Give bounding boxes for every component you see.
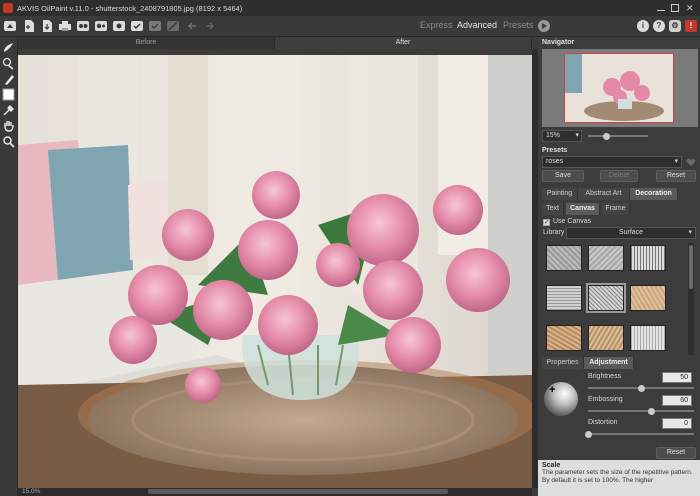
- main-toolbar: Express Advanced Presets i ? ⚙ !: [0, 16, 700, 37]
- save-icon[interactable]: [40, 19, 54, 33]
- zoom-readout: 15.0%: [22, 488, 41, 495]
- texture-swatch-selected[interactable]: [586, 283, 626, 313]
- delete-preset-button[interactable]: Delete: [600, 170, 638, 182]
- history-brush-icon[interactable]: [2, 57, 15, 70]
- preset-select[interactable]: roses: [542, 156, 682, 168]
- zoom-select[interactable]: 15%: [542, 130, 582, 142]
- texture-swatch[interactable]: [630, 245, 666, 271]
- presets-title: Presets: [542, 147, 568, 154]
- title-bar: AKVIS OilPaint v.11.0 - shutterstock_240…: [0, 0, 700, 16]
- home-icon[interactable]: [3, 19, 17, 33]
- share-icon[interactable]: [94, 19, 108, 33]
- brightness-label: Brightness: [588, 373, 622, 380]
- before-after-tabs: Before After: [18, 37, 532, 49]
- preset-icon[interactable]: [130, 19, 144, 33]
- smudge-tool-icon[interactable]: [2, 73, 15, 86]
- zoom-slider[interactable]: [588, 135, 648, 137]
- navigator-title: Navigator: [542, 39, 575, 46]
- image-canvas[interactable]: [18, 55, 532, 488]
- tab-frame[interactable]: Frame: [602, 203, 630, 215]
- horizontal-scrollbar[interactable]: [18, 488, 532, 496]
- embossing-slider-knob[interactable]: [648, 407, 656, 415]
- embossing-value[interactable]: 60: [662, 395, 692, 406]
- window-title: AKVIS OilPaint v.11.0 - shutterstock_240…: [17, 3, 243, 13]
- texture-swatch[interactable]: [630, 325, 666, 351]
- light-direction-control[interactable]: [544, 382, 578, 416]
- batch-icon[interactable]: [76, 19, 90, 33]
- open-icon[interactable]: [22, 19, 36, 33]
- library-select[interactable]: Surface: [566, 227, 696, 239]
- embossing-label: Embossing: [588, 396, 623, 403]
- settings-icon[interactable]: [112, 19, 126, 33]
- distortion-slider[interactable]: [588, 433, 694, 435]
- tab-decoration[interactable]: Decoration: [630, 188, 678, 200]
- library-label: Library: [543, 229, 565, 236]
- tab-abstract-art[interactable]: Abstract Art: [578, 188, 630, 200]
- help-icon[interactable]: ?: [653, 20, 665, 32]
- library-scrollbar[interactable]: [688, 243, 694, 355]
- help-text: The parameter sets the size of the repet…: [542, 469, 693, 484]
- gear-icon[interactable]: ⚙: [669, 20, 681, 32]
- brightness-slider-knob[interactable]: [637, 384, 645, 392]
- zoom-slider-knob[interactable]: [602, 132, 610, 140]
- tab-painting[interactable]: Painting: [542, 188, 578, 200]
- painted-image: [18, 55, 532, 488]
- redo-icon[interactable]: [202, 19, 216, 33]
- brightness-value[interactable]: 50: [662, 372, 692, 383]
- tab-presets[interactable]: Presets: [503, 20, 534, 30]
- help-title: Scale: [542, 462, 561, 469]
- zoom-tool-icon[interactable]: [2, 135, 15, 148]
- tools-panel: [0, 37, 18, 496]
- tab-text[interactable]: Text: [542, 203, 564, 215]
- tab-express[interactable]: Express: [420, 20, 453, 30]
- help-panel: Scale The parameter sets the size of the…: [538, 460, 700, 496]
- run-processing-button[interactable]: [538, 20, 550, 32]
- tab-before[interactable]: Before: [18, 37, 275, 49]
- use-canvas-checkbox[interactable]: [543, 218, 550, 226]
- navigator-preview[interactable]: [542, 49, 698, 127]
- app-logo-icon: [3, 3, 13, 13]
- print-icon[interactable]: [58, 19, 72, 33]
- minimize-button[interactable]: [656, 3, 666, 13]
- maximize-button[interactable]: [670, 3, 680, 13]
- texture-swatch[interactable]: [588, 245, 624, 271]
- tab-adjustment[interactable]: Adjustment: [584, 357, 634, 369]
- texture-swatch[interactable]: [546, 285, 582, 311]
- scrollbar-thumb[interactable]: [148, 489, 448, 494]
- settings-panel: Navigator 15% Presets roses Save Delete …: [538, 37, 700, 496]
- apply-icon[interactable]: [148, 19, 162, 33]
- compare-icon[interactable]: [166, 19, 180, 33]
- favorite-heart-icon[interactable]: [686, 157, 696, 167]
- texture-swatch[interactable]: [546, 245, 582, 271]
- library-scrollbar-thumb[interactable]: [689, 245, 693, 289]
- texture-swatch[interactable]: [630, 285, 666, 311]
- info-icon[interactable]: i: [637, 20, 649, 32]
- notifications-icon[interactable]: !: [685, 20, 697, 32]
- distortion-slider-knob[interactable]: [584, 430, 592, 438]
- brush-tool-icon[interactable]: [2, 41, 15, 54]
- reset-adjustment-button[interactable]: Reset: [656, 447, 696, 459]
- close-button[interactable]: [685, 3, 695, 13]
- eyedropper-icon[interactable]: [2, 104, 15, 117]
- undo-icon[interactable]: [186, 19, 200, 33]
- texture-swatch[interactable]: [546, 325, 582, 351]
- reset-preset-button[interactable]: Reset: [656, 170, 696, 182]
- embossing-slider[interactable]: [588, 410, 694, 412]
- use-canvas-label: Use Canvas: [553, 218, 592, 225]
- navigator-view-frame[interactable]: [564, 53, 674, 123]
- distortion-value[interactable]: 0: [662, 418, 692, 429]
- tab-advanced[interactable]: Advanced: [457, 20, 497, 30]
- tab-canvas[interactable]: Canvas: [566, 203, 600, 215]
- tab-after[interactable]: After: [275, 37, 532, 49]
- color-swatch-icon[interactable]: [2, 88, 15, 101]
- hand-tool-icon[interactable]: [2, 119, 15, 132]
- texture-library: [544, 243, 694, 355]
- distortion-label: Distortion: [588, 419, 618, 426]
- tab-properties[interactable]: Properties: [542, 357, 584, 369]
- save-preset-button[interactable]: Save: [542, 170, 584, 182]
- texture-swatch[interactable]: [588, 325, 624, 351]
